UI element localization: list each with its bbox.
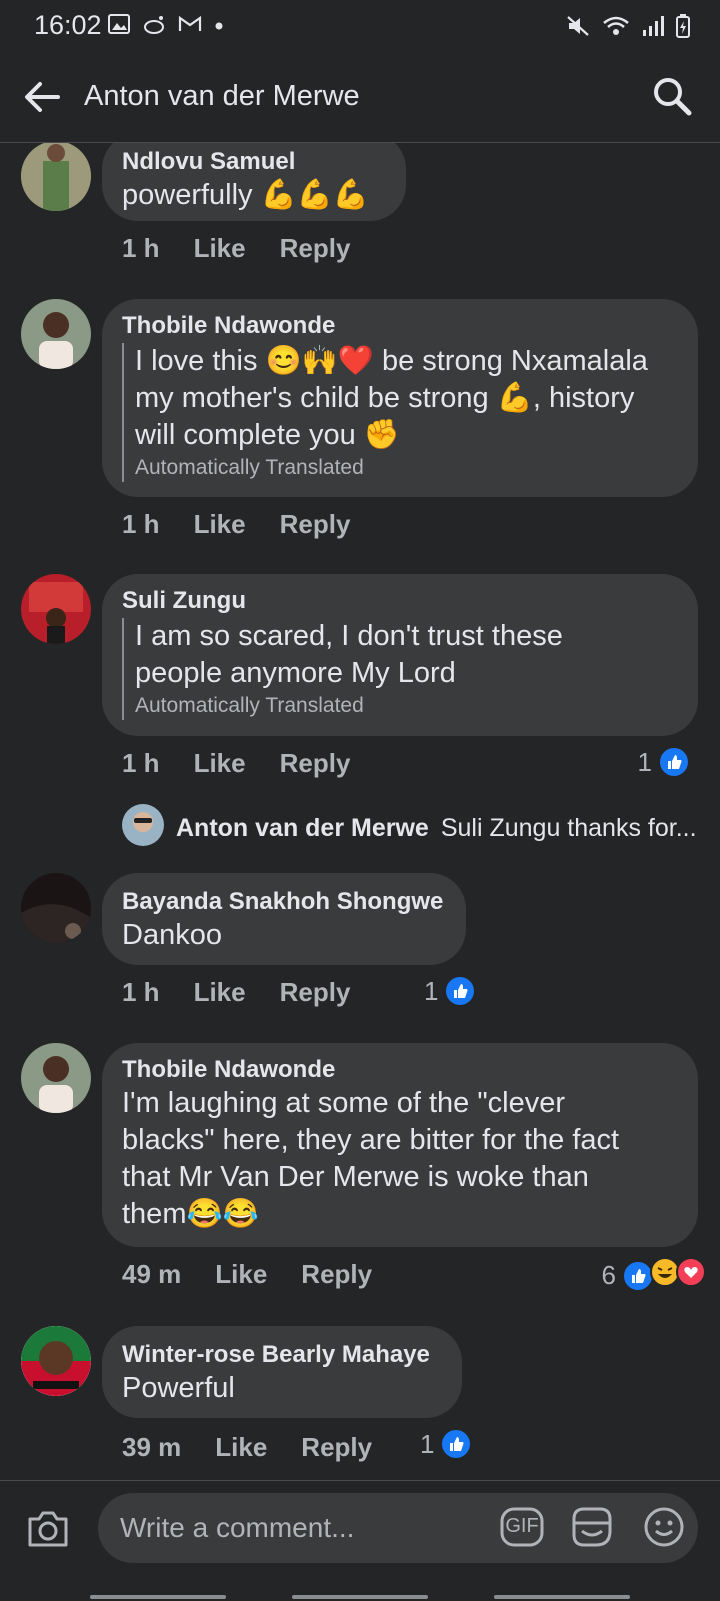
app-bar: Anton van der Merwe	[0, 56, 720, 143]
back-arrow-icon[interactable]	[20, 74, 66, 120]
avatar[interactable]	[21, 1326, 91, 1396]
comment-author[interactable]: Winter-rose Bearly Mahaye	[122, 1340, 442, 1370]
reddit-icon	[142, 14, 166, 39]
comment-author[interactable]: Bayanda Snakhoh Shongwe	[122, 887, 446, 917]
comment-text-line: people anymore My Lord	[135, 657, 456, 689]
gif-label: GIF	[505, 1515, 539, 1537]
avatar[interactable]	[21, 1043, 91, 1113]
emoji-icon[interactable]	[642, 1505, 686, 1554]
translated-block: I am so scared, I don't trust these peop…	[122, 618, 678, 720]
gmail-icon	[178, 15, 202, 38]
reaction-count[interactable]: 6	[602, 1257, 706, 1294]
signal-icon	[642, 15, 664, 42]
comment-time: 1 h	[122, 509, 160, 539]
reply-button[interactable]: Reply	[280, 509, 351, 540]
comment-text: Dankoo	[122, 919, 222, 951]
comment-bubble[interactable]: Ndlovu Samuel powerfully 💪💪💪	[102, 143, 406, 221]
comment-text-line: them😂😂	[122, 1198, 259, 1230]
comment-text-line: that Mr Van Der Merwe is woke than	[122, 1161, 589, 1193]
dot-icon	[214, 18, 224, 36]
comment-text-line: I love this 😊🙌❤️ be strong Nxamalala	[135, 345, 648, 377]
comment-text-line: I'm laughing at some of the "clever	[122, 1087, 566, 1119]
reaction-number: 1	[420, 1428, 435, 1459]
comment-bubble[interactable]: Suli Zungu I am so scared, I don't trust…	[102, 574, 698, 736]
like-button[interactable]: Like	[215, 1432, 267, 1463]
comment-time: 1 h	[122, 748, 160, 778]
nav-back[interactable]	[494, 1595, 630, 1599]
camera-icon[interactable]	[26, 1509, 70, 1554]
wifi-icon	[602, 15, 630, 42]
comment-text-line: I am so scared, I don't trust these	[135, 620, 563, 652]
reply-button[interactable]: Reply	[301, 1259, 372, 1290]
comments-feed[interactable]: Ndlovu Samuel powerfully 💪💪💪 1 h Like Re…	[0, 143, 720, 1480]
reply-button[interactable]: Reply	[301, 1432, 372, 1463]
page-title: Anton van der Merwe	[84, 80, 360, 112]
like-reaction-icon	[440, 1428, 473, 1460]
avatar[interactable]	[21, 299, 91, 369]
reply-button[interactable]: Reply	[280, 233, 351, 264]
nav-recents[interactable]	[90, 1595, 226, 1599]
comment-text: powerfully 💪💪💪	[122, 179, 369, 211]
auto-translated-note[interactable]: Automatically Translated	[135, 454, 678, 482]
comment-bubble[interactable]: Thobile Ndawonde I love this 😊🙌❤️ be str…	[102, 299, 698, 497]
like-button[interactable]: Like	[194, 977, 246, 1008]
reaction-number: 6	[601, 1260, 616, 1290]
reply-author: Anton van der Merwe	[176, 814, 429, 842]
comment-text-line: blacks" here, they are bitter for the fa…	[122, 1124, 620, 1156]
battery-icon	[676, 14, 690, 43]
comment-author[interactable]: Suli Zungu	[122, 586, 678, 616]
gif-button[interactable]: GIF	[500, 1507, 544, 1552]
reaction-count[interactable]: 1	[638, 746, 690, 778]
system-nav-bar	[0, 1590, 720, 1600]
like-button[interactable]: Like	[194, 233, 246, 264]
reply-button[interactable]: Reply	[280, 748, 351, 779]
reaction-count[interactable]: 1	[424, 975, 477, 1007]
avatar[interactable]	[21, 873, 91, 943]
comment-bubble[interactable]: Thobile Ndawonde I'm laughing at some of…	[102, 1043, 698, 1247]
like-reaction-icon	[658, 746, 690, 778]
comment-bubble[interactable]: Bayanda Snakhoh Shongwe Dankoo	[102, 873, 466, 965]
status-time: 16:02	[34, 10, 102, 40]
comment-text-line: will complete you ✊	[135, 419, 400, 451]
comment-time: 49 m	[122, 1259, 182, 1289]
reply-preview[interactable]: Anton van der Merwe Suli Zungu thanks fo…	[122, 804, 697, 853]
like-reaction-icon	[444, 975, 477, 1007]
nav-home[interactable]	[292, 1595, 428, 1599]
comment-author[interactable]: Thobile Ndawonde	[122, 1055, 678, 1085]
gallery-icon	[108, 14, 130, 39]
like-button[interactable]: Like	[194, 748, 246, 779]
mute-icon	[566, 15, 590, 42]
comment-author[interactable]: Thobile Ndawonde	[122, 311, 678, 341]
comment-time: 1 h	[122, 977, 160, 1007]
reply-button[interactable]: Reply	[280, 977, 351, 1008]
comment-text-line: my mother's child be strong 💪, history	[135, 382, 635, 414]
avatar[interactable]	[21, 143, 91, 211]
reply-text: Suli Zungu thanks for...	[440, 814, 697, 842]
comment-text: Powerful	[122, 1372, 235, 1404]
comment-time: 1 h	[122, 233, 160, 263]
reaction-number: 1	[637, 746, 652, 777]
like-button[interactable]: Like	[194, 509, 246, 540]
status-bar: 16:02	[0, 0, 720, 56]
comment-bubble[interactable]: Winter-rose Bearly Mahaye Powerful	[102, 1326, 462, 1418]
avatar[interactable]	[122, 804, 164, 853]
reaction-count[interactable]: 1	[420, 1428, 473, 1460]
like-button[interactable]: Like	[215, 1259, 267, 1290]
auto-translated-note[interactable]: Automatically Translated	[135, 692, 678, 720]
avatar[interactable]	[21, 574, 91, 644]
comment-time: 39 m	[122, 1432, 182, 1462]
search-icon[interactable]	[650, 74, 694, 118]
love-reaction-icon	[676, 1257, 706, 1294]
comment-composer: Write a comment... GIF	[0, 1480, 720, 1601]
translated-block: I love this 😊🙌❤️ be strong Nxamalala my …	[122, 343, 678, 482]
reaction-number: 1	[424, 975, 439, 1006]
sticker-icon[interactable]	[570, 1505, 614, 1554]
comment-author[interactable]: Ndlovu Samuel	[122, 147, 386, 177]
